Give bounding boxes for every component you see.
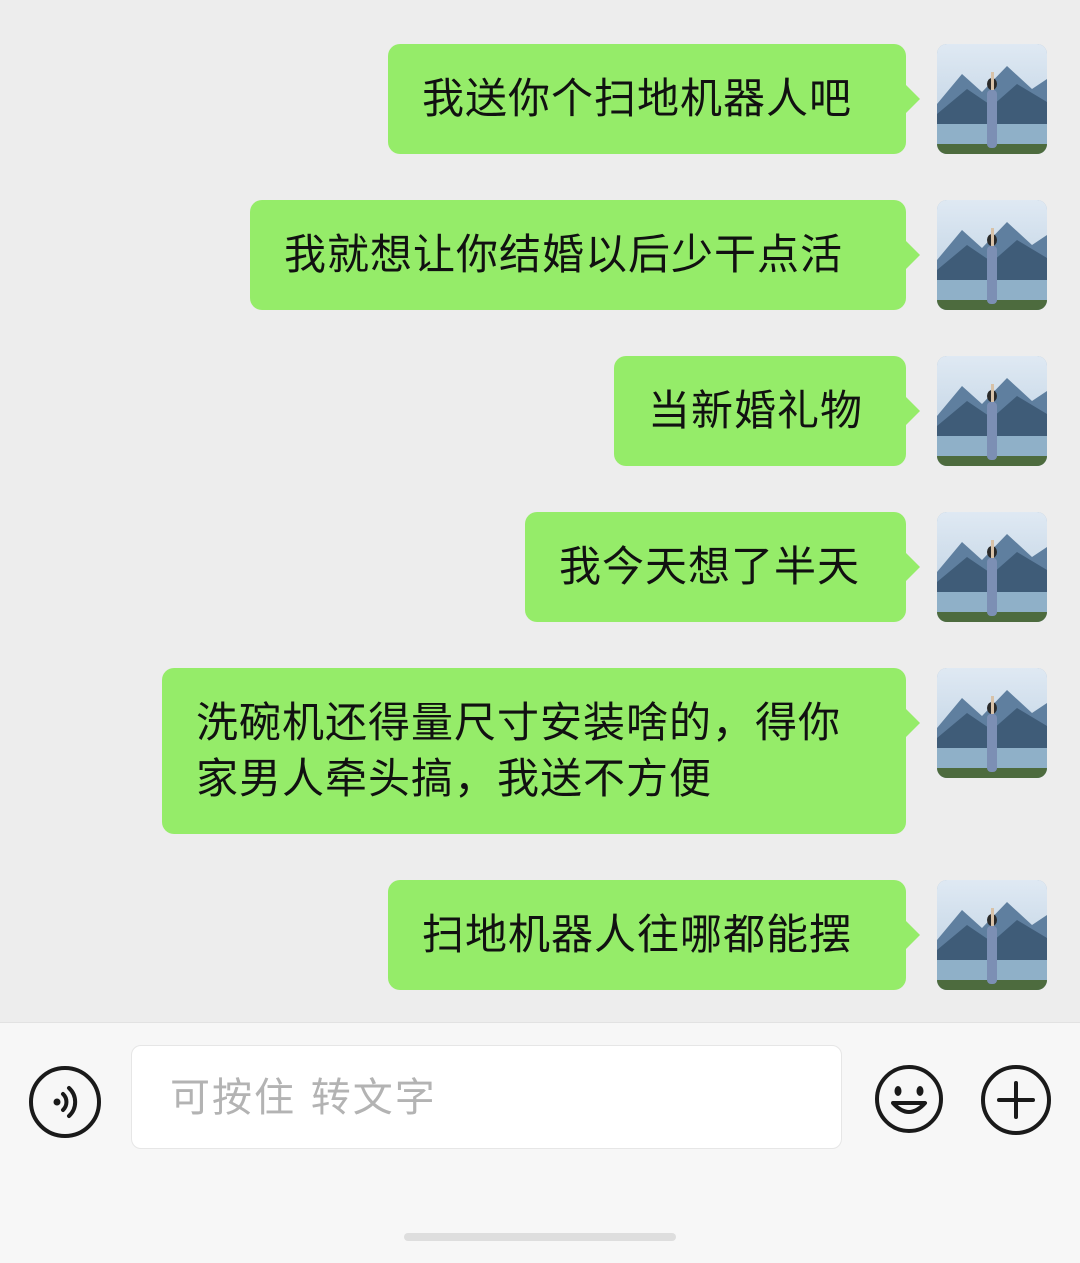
message-bubble[interactable]: 洗碗机还得量尺寸安装啥的，得你 家男人牵头搞，我送不方便 xyxy=(162,668,920,834)
avatar-photo-icon xyxy=(937,512,1047,622)
message-bubble[interactable]: 我今天想了半天 xyxy=(525,512,920,622)
more-button[interactable] xyxy=(979,1063,1053,1137)
message-text: 当新婚礼物 xyxy=(648,386,864,435)
home-indicator xyxy=(404,1233,676,1241)
message-text-line: 洗碗机还得量尺寸安装啥的，得你 xyxy=(196,698,842,747)
avatar[interactable] xyxy=(937,512,1047,622)
avatar-photo-icon xyxy=(937,44,1047,154)
emoji-button[interactable] xyxy=(873,1063,945,1135)
input-toolbar: 可按住 转文字 xyxy=(0,1022,1080,1263)
message-row: 扫地机器人往哪都能摆 xyxy=(0,880,1080,990)
avatar[interactable] xyxy=(937,44,1047,154)
chat-area[interactable]: 我送你个扫地机器人吧 我就想让你结婚以后少干点活 当新婚礼物 我今天想了半天 洗… xyxy=(0,0,1080,1022)
message-text-line: 家男人牵头搞，我送不方便 xyxy=(196,754,713,803)
avatar[interactable] xyxy=(937,200,1047,310)
avatar-photo-icon xyxy=(937,880,1047,990)
voice-icon xyxy=(53,1086,78,1118)
message-row: 当新婚礼物 xyxy=(0,356,1080,466)
avatar-photo-icon xyxy=(937,200,1047,310)
message-text: 我今天想了半天 xyxy=(559,542,861,591)
message-bubble[interactable]: 我送你个扫地机器人吧 xyxy=(388,44,920,154)
message-row: 洗碗机还得量尺寸安装啥的，得你 家男人牵头搞，我送不方便 xyxy=(0,668,1080,834)
message-row: 我今天想了半天 xyxy=(0,512,1080,622)
avatar-photo-icon xyxy=(937,356,1047,466)
plus-icon xyxy=(981,1065,1051,1135)
message-row: 我就想让你结婚以后少干点活 xyxy=(0,200,1080,310)
input-placeholder: 可按住 转文字 xyxy=(170,1075,437,1121)
avatar[interactable] xyxy=(937,880,1047,990)
message-input[interactable]: 可按住 转文字 xyxy=(131,1045,842,1149)
avatar-photo-icon xyxy=(937,668,1047,778)
message-bubble[interactable]: 扫地机器人往哪都能摆 xyxy=(388,880,920,990)
avatar[interactable] xyxy=(937,356,1047,466)
voice-button[interactable] xyxy=(29,1066,101,1138)
message-bubble[interactable]: 当新婚礼物 xyxy=(614,356,920,466)
message-text: 我送你个扫地机器人吧 xyxy=(422,74,853,123)
message-row: 我送你个扫地机器人吧 xyxy=(0,44,1080,154)
message-bubble[interactable]: 我就想让你结婚以后少干点活 xyxy=(250,200,920,310)
message-text: 我就想让你结婚以后少干点活 xyxy=(284,230,844,279)
emoji-icon xyxy=(875,1065,943,1133)
message-text: 扫地机器人往哪都能摆 xyxy=(422,910,853,959)
avatar[interactable] xyxy=(937,668,1047,778)
